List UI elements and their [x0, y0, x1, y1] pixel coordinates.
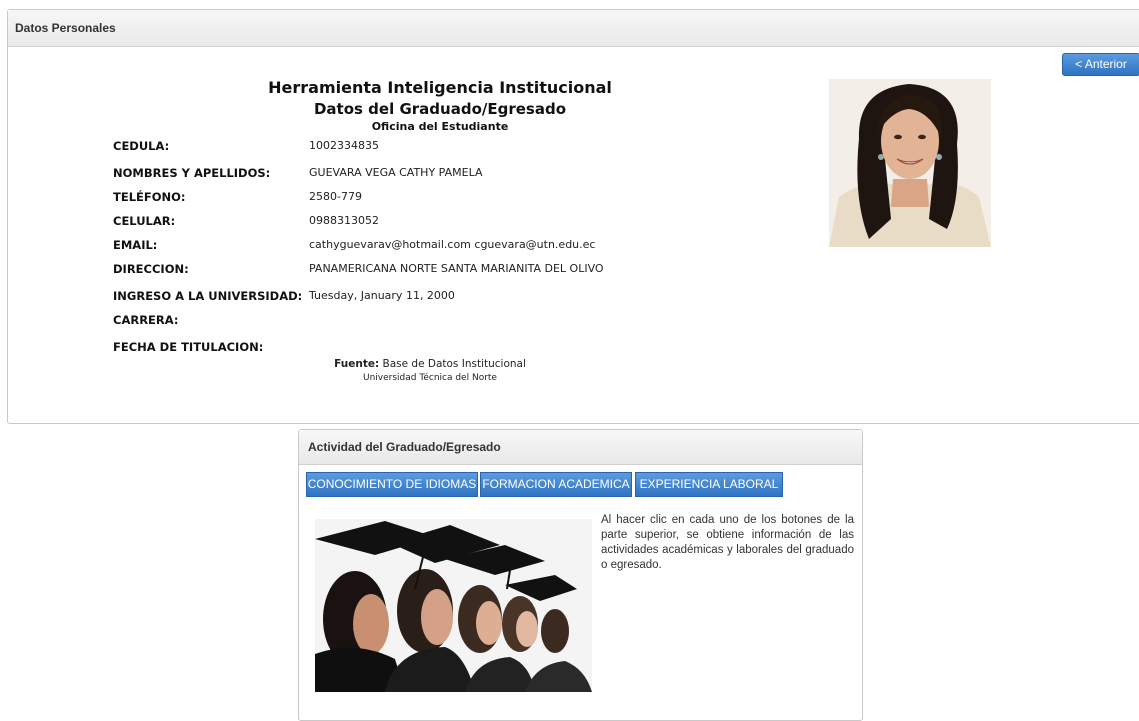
panel-title: Datos Personales	[8, 10, 1139, 47]
address-label: DIRECCION:	[113, 262, 189, 276]
page-title: Herramienta Inteligencia Institucional	[268, 78, 612, 97]
university-name: Universidad Técnica del Norte	[363, 373, 497, 383]
cellphone-label: CELULAR:	[113, 214, 176, 228]
profile-photo	[829, 79, 991, 247]
cedula-label: CEDULA:	[113, 139, 170, 153]
email-value: cathyguevarav@hotmail.com cguevara@utn.e…	[309, 238, 596, 251]
address-value: PANAMERICANA NORTE SANTA MARIANITA DEL O…	[309, 262, 604, 275]
cellphone-value: 0988313052	[309, 214, 379, 227]
email-label: EMAIL:	[113, 238, 158, 252]
office-label: Oficina del Estudiante	[371, 120, 509, 133]
page-subtitle: Datos del Graduado/Egresado	[313, 100, 566, 118]
source-label: Fuente:	[334, 358, 380, 370]
activity-panel-title: Actividad del Graduado/Egresado	[299, 430, 862, 465]
source-text: Base de Datos Institucional	[379, 358, 526, 370]
academic-training-button[interactable]: FORMACION ACADEMICA	[480, 472, 632, 497]
phone-value: 2580-779	[309, 190, 362, 203]
activity-info-text: Al hacer clic en cada uno de los botones…	[601, 514, 854, 571]
languages-button[interactable]: CONOCIMIENTO DE IDIOMAS	[306, 472, 478, 497]
cedula-value: 1002334835	[309, 139, 379, 152]
previous-button[interactable]: < Anterior	[1062, 53, 1139, 76]
names-label: NOMBRES Y APELLIDOS:	[113, 166, 271, 180]
names-value: GUEVARA VEGA CATHY PAMELA	[309, 166, 483, 179]
admission-value: Tuesday, January 11, 2000	[309, 289, 455, 302]
career-label: CARRERA:	[113, 313, 179, 327]
work-experience-button[interactable]: EXPERIENCIA LABORAL	[635, 472, 783, 497]
phone-label: TELÉFONO:	[113, 190, 186, 204]
graduates-image	[315, 519, 592, 692]
source-line: Fuente: Base de Datos Institucional	[300, 358, 560, 370]
graduation-date-label: FECHA DE TITULACION:	[113, 340, 264, 354]
admission-label: INGRESO A LA UNIVERSIDAD:	[113, 289, 303, 303]
